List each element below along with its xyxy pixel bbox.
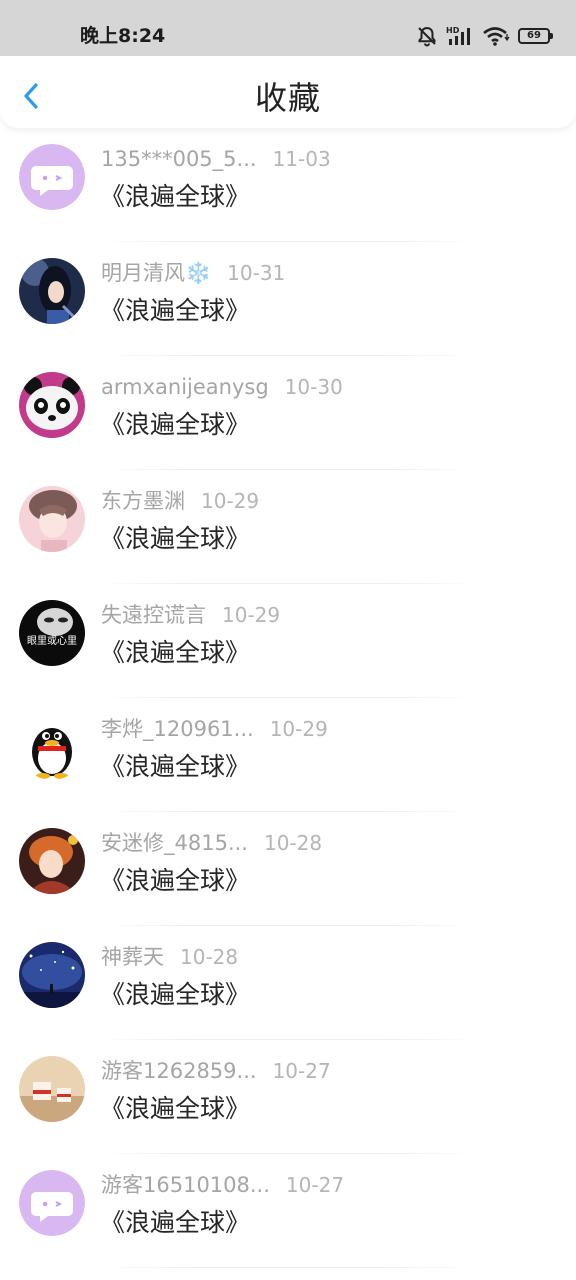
username: 135***005_5... <box>101 147 257 171</box>
meta-row: 游客16510108... 10-27 <box>101 1170 344 1200</box>
username: 游客1262859... <box>101 1059 257 1083</box>
favorites-list: 135***005_5... 11-03 《浪遍全球》 明月清风❄️ 10-31 《… <box>0 128 576 1268</box>
svg-text:HD: HD <box>446 26 460 35</box>
list-item[interactable]: 游客16510108... 10-27 《浪遍全球》 <box>0 1154 576 1268</box>
chat-bubble-avatar <box>19 144 85 210</box>
meta-row: 安迷修_4815... 10-28 <box>101 828 322 858</box>
cake-avatar <box>19 1056 85 1122</box>
book-title: 《浪遍全球》 <box>100 752 251 781</box>
book-title: 《浪遍全球》 <box>100 980 251 1009</box>
chat-bubble-avatar <box>19 1170 85 1236</box>
dark-face-avatar: 眼里或心里 <box>19 600 85 666</box>
header: 收藏 <box>0 56 576 128</box>
book-title: 《浪遍全球》 <box>100 524 251 553</box>
item-date: 11-03 <box>272 147 331 171</box>
penguin-avatar <box>19 714 85 780</box>
list-item[interactable]: 东方墨渊 10-29 《浪遍全球》 <box>0 470 576 584</box>
item-date: 10-31 <box>227 261 286 285</box>
anime-character-avatar <box>19 828 85 894</box>
username: armxanijeanysg <box>101 375 269 399</box>
status-time: 晚上8:24 <box>80 25 166 47</box>
book-title: 《浪遍全球》 <box>100 1094 251 1123</box>
book-title: 《浪遍全球》 <box>100 1208 251 1237</box>
list-item[interactable]: 神葬天 10-28 《浪遍全球》 <box>0 926 576 1040</box>
book-title: 《浪遍全球》 <box>100 296 251 325</box>
book-title: 《浪遍全球》 <box>100 638 251 667</box>
item-date: 10-29 <box>201 489 260 513</box>
list-item[interactable]: armxanijeanysg 10-30 《浪遍全球》 <box>0 356 576 470</box>
book-title: 《浪遍全球》 <box>100 182 251 211</box>
avatar-caption: 眼里或心里 <box>27 635 77 647</box>
meta-row: 李烨_120961... 10-29 <box>101 714 328 744</box>
starry-night-avatar <box>19 942 85 1008</box>
bell-muted-icon <box>416 25 438 47</box>
book-title: 《浪遍全球》 <box>100 866 251 895</box>
item-date: 10-27 <box>285 1173 345 1197</box>
item-date: 10-28 <box>263 831 323 855</box>
list-item[interactable]: 游客1262859... 10-27 《浪遍全球》 <box>0 1040 576 1154</box>
list-item[interactable]: 明月清风❄️ 10-31 《浪遍全球》 <box>0 242 576 356</box>
username: 安迷修_4815... <box>101 831 248 855</box>
username: 神葬天 <box>101 945 164 969</box>
meta-row: 神葬天 10-28 <box>101 942 238 972</box>
status-icons: HD 69 <box>416 22 553 50</box>
anime-boy-avatar <box>19 486 85 552</box>
item-date: 10-29 <box>269 717 328 741</box>
hd-signal-icon: HD <box>446 25 474 47</box>
list-item[interactable]: 眼里或心里 失遠控谎言 10-29 《浪遍全球》 <box>0 584 576 698</box>
meta-row: 明月清风❄️ 10-31 <box>101 258 285 288</box>
wifi-icon <box>482 25 510 47</box>
item-date: 10-27 <box>272 1059 331 1083</box>
panda-avatar <box>19 372 85 438</box>
list-item[interactable]: 135***005_5... 11-03 《浪遍全球》 <box>0 128 576 242</box>
username: 明月清风❄️ <box>101 261 212 285</box>
girl-portrait-avatar <box>19 258 85 324</box>
list-item[interactable]: 李烨_120961... 10-29 《浪遍全球》 <box>0 698 576 812</box>
meta-row: 东方墨渊 10-29 <box>101 486 259 516</box>
list-item[interactable]: 安迷修_4815... 10-28 《浪遍全球》 <box>0 812 576 926</box>
username: 游客16510108... <box>101 1173 270 1197</box>
meta-row: armxanijeanysg 10-30 <box>101 372 343 402</box>
username: 李烨_120961... <box>101 717 254 741</box>
book-title: 《浪遍全球》 <box>100 410 251 439</box>
page-title: 收藏 <box>254 79 321 117</box>
divider <box>100 1267 476 1268</box>
item-date: 10-30 <box>284 375 343 399</box>
item-date: 10-28 <box>180 945 239 969</box>
username: 失遠控谎言 <box>101 603 206 627</box>
status-bar: 晚上8:24 HD 69 <box>0 0 576 56</box>
meta-row: 失遠控谎言 10-29 <box>101 600 280 630</box>
meta-row: 135***005_5... 11-03 <box>101 144 331 174</box>
item-date: 10-29 <box>222 603 281 627</box>
meta-row: 游客1262859... 10-27 <box>101 1056 331 1086</box>
battery-icon: 69 <box>518 28 553 44</box>
username: 东方墨渊 <box>101 489 185 513</box>
